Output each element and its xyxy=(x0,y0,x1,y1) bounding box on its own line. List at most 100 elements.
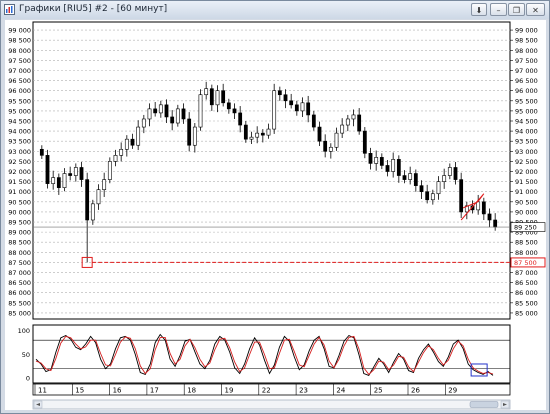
title-bar[interactable]: Графики [RIU5] #2 - [60 минут] ⬇ – ❐ ✕ xyxy=(1,1,549,19)
price-candle[interactable] xyxy=(357,114,362,132)
price-candle[interactable] xyxy=(493,219,498,228)
price-candle[interactable] xyxy=(379,157,384,166)
price-candle[interactable] xyxy=(119,148,124,156)
price-candle[interactable] xyxy=(243,124,248,140)
price-tick-label-right: 97 000 xyxy=(515,67,538,75)
price-candle[interactable] xyxy=(249,136,254,140)
price-candle[interactable] xyxy=(340,124,345,134)
price-candle[interactable] xyxy=(96,189,101,205)
price-candle[interactable] xyxy=(107,161,112,180)
price-candle[interactable] xyxy=(204,88,209,96)
price-candle[interactable] xyxy=(323,140,328,152)
price-candle[interactable] xyxy=(402,175,407,180)
price-tick-label-left: 97 500 xyxy=(8,57,31,65)
price-candle[interactable] xyxy=(136,126,141,146)
price-candle[interactable] xyxy=(215,90,220,106)
minimize-button[interactable]: – xyxy=(490,3,507,16)
price-candle[interactable] xyxy=(153,108,158,114)
price-candle[interactable] xyxy=(328,146,333,152)
price-candle[interactable] xyxy=(374,157,379,164)
price-candle[interactable] xyxy=(385,165,390,172)
oscillator-panel[interactable]: 0 50 100 xyxy=(18,324,511,384)
horizontal-scrollbar[interactable] xyxy=(32,399,511,410)
price-candle[interactable] xyxy=(453,167,458,180)
price-candle[interactable] xyxy=(79,167,84,180)
price-candle[interactable] xyxy=(68,173,73,176)
price-candle[interactable] xyxy=(255,132,260,138)
price-candle[interactable] xyxy=(419,185,424,193)
price-candle[interactable] xyxy=(158,104,163,114)
price-candle[interactable] xyxy=(391,159,396,172)
price-candle[interactable] xyxy=(85,179,90,221)
date-axis-frame xyxy=(32,383,511,396)
price-candle[interactable] xyxy=(476,201,481,211)
price-candle[interactable] xyxy=(272,90,277,130)
price-candle[interactable] xyxy=(436,181,441,195)
chart-area[interactable]: 85 000 85 000 85 500 85 500 86 000 86 000 86 5… xyxy=(5,20,546,410)
price-candle[interactable] xyxy=(306,102,311,116)
price-candle[interactable] xyxy=(130,138,135,146)
price-candle[interactable] xyxy=(181,108,186,120)
price-candle[interactable] xyxy=(487,213,492,221)
price-candle[interactable] xyxy=(260,132,265,136)
price-candle[interactable] xyxy=(442,175,447,182)
price-candle[interactable] xyxy=(447,167,452,176)
price-candle[interactable] xyxy=(289,100,294,106)
price-candle[interactable] xyxy=(141,118,146,128)
price-tick-label-right: 91 000 xyxy=(515,188,538,196)
date-tick-label: 26 xyxy=(411,387,420,395)
price-candle[interactable] xyxy=(45,155,50,184)
price-candle[interactable] xyxy=(300,102,305,112)
price-tick-label-right: 88 000 xyxy=(515,249,538,257)
price-candle[interactable] xyxy=(209,88,214,106)
price-candle[interactable] xyxy=(113,155,118,162)
price-candle[interactable] xyxy=(102,179,107,190)
price-candle[interactable] xyxy=(221,90,226,104)
price-candle[interactable] xyxy=(226,102,231,110)
price-candle[interactable] xyxy=(277,90,282,96)
price-candle[interactable] xyxy=(481,201,486,215)
download-button[interactable]: ⬇ xyxy=(471,3,487,16)
price-tick-label-right: 86 000 xyxy=(515,289,538,297)
price-candle[interactable] xyxy=(294,104,299,112)
price-candle[interactable] xyxy=(147,108,152,120)
price-candle[interactable] xyxy=(425,191,430,201)
scrollbar-track[interactable] xyxy=(32,399,511,410)
price-candle[interactable] xyxy=(317,126,322,142)
price-candle[interactable] xyxy=(62,173,67,188)
price-candle[interactable] xyxy=(351,114,356,120)
price-panel[interactable]: 85 000 85 000 85 500 85 500 86 000 86 000 86 5… xyxy=(8,21,546,320)
price-candle[interactable] xyxy=(73,167,78,176)
price-candle[interactable] xyxy=(164,104,169,118)
price-candle[interactable] xyxy=(238,112,243,126)
price-candle[interactable] xyxy=(39,148,44,156)
price-plot-frame xyxy=(32,21,511,320)
price-candle[interactable] xyxy=(192,126,197,146)
price-candle[interactable] xyxy=(187,118,192,146)
price-tick-label-right: 94 000 xyxy=(515,128,538,136)
price-candle[interactable] xyxy=(56,177,61,188)
price-candle[interactable] xyxy=(362,130,367,154)
price-candle[interactable] xyxy=(459,179,464,213)
price-candle[interactable] xyxy=(198,94,203,128)
chart-svg[interactable]: 85 000 85 000 85 500 85 500 86 000 86 000 86 5… xyxy=(5,20,546,410)
restore-button[interactable]: ❐ xyxy=(508,3,525,16)
price-candle[interactable] xyxy=(368,153,373,164)
price-candle[interactable] xyxy=(90,203,95,221)
price-candle[interactable] xyxy=(311,114,316,128)
price-candle[interactable] xyxy=(408,173,413,180)
price-candle[interactable] xyxy=(413,173,418,186)
price-candle[interactable] xyxy=(266,128,271,136)
close-button[interactable]: ✕ xyxy=(526,3,545,16)
price-candle[interactable] xyxy=(430,193,435,201)
price-candle[interactable] xyxy=(170,116,175,124)
price-candle[interactable] xyxy=(124,138,129,150)
price-candle[interactable] xyxy=(396,159,401,176)
price-candle[interactable] xyxy=(175,108,180,124)
price-candle[interactable] xyxy=(345,118,350,126)
price-candle[interactable] xyxy=(334,132,339,148)
price-candle[interactable] xyxy=(232,108,237,114)
price-candle[interactable] xyxy=(283,94,288,102)
price-candle[interactable] xyxy=(51,177,56,184)
scroll-thumb[interactable] xyxy=(469,401,499,408)
